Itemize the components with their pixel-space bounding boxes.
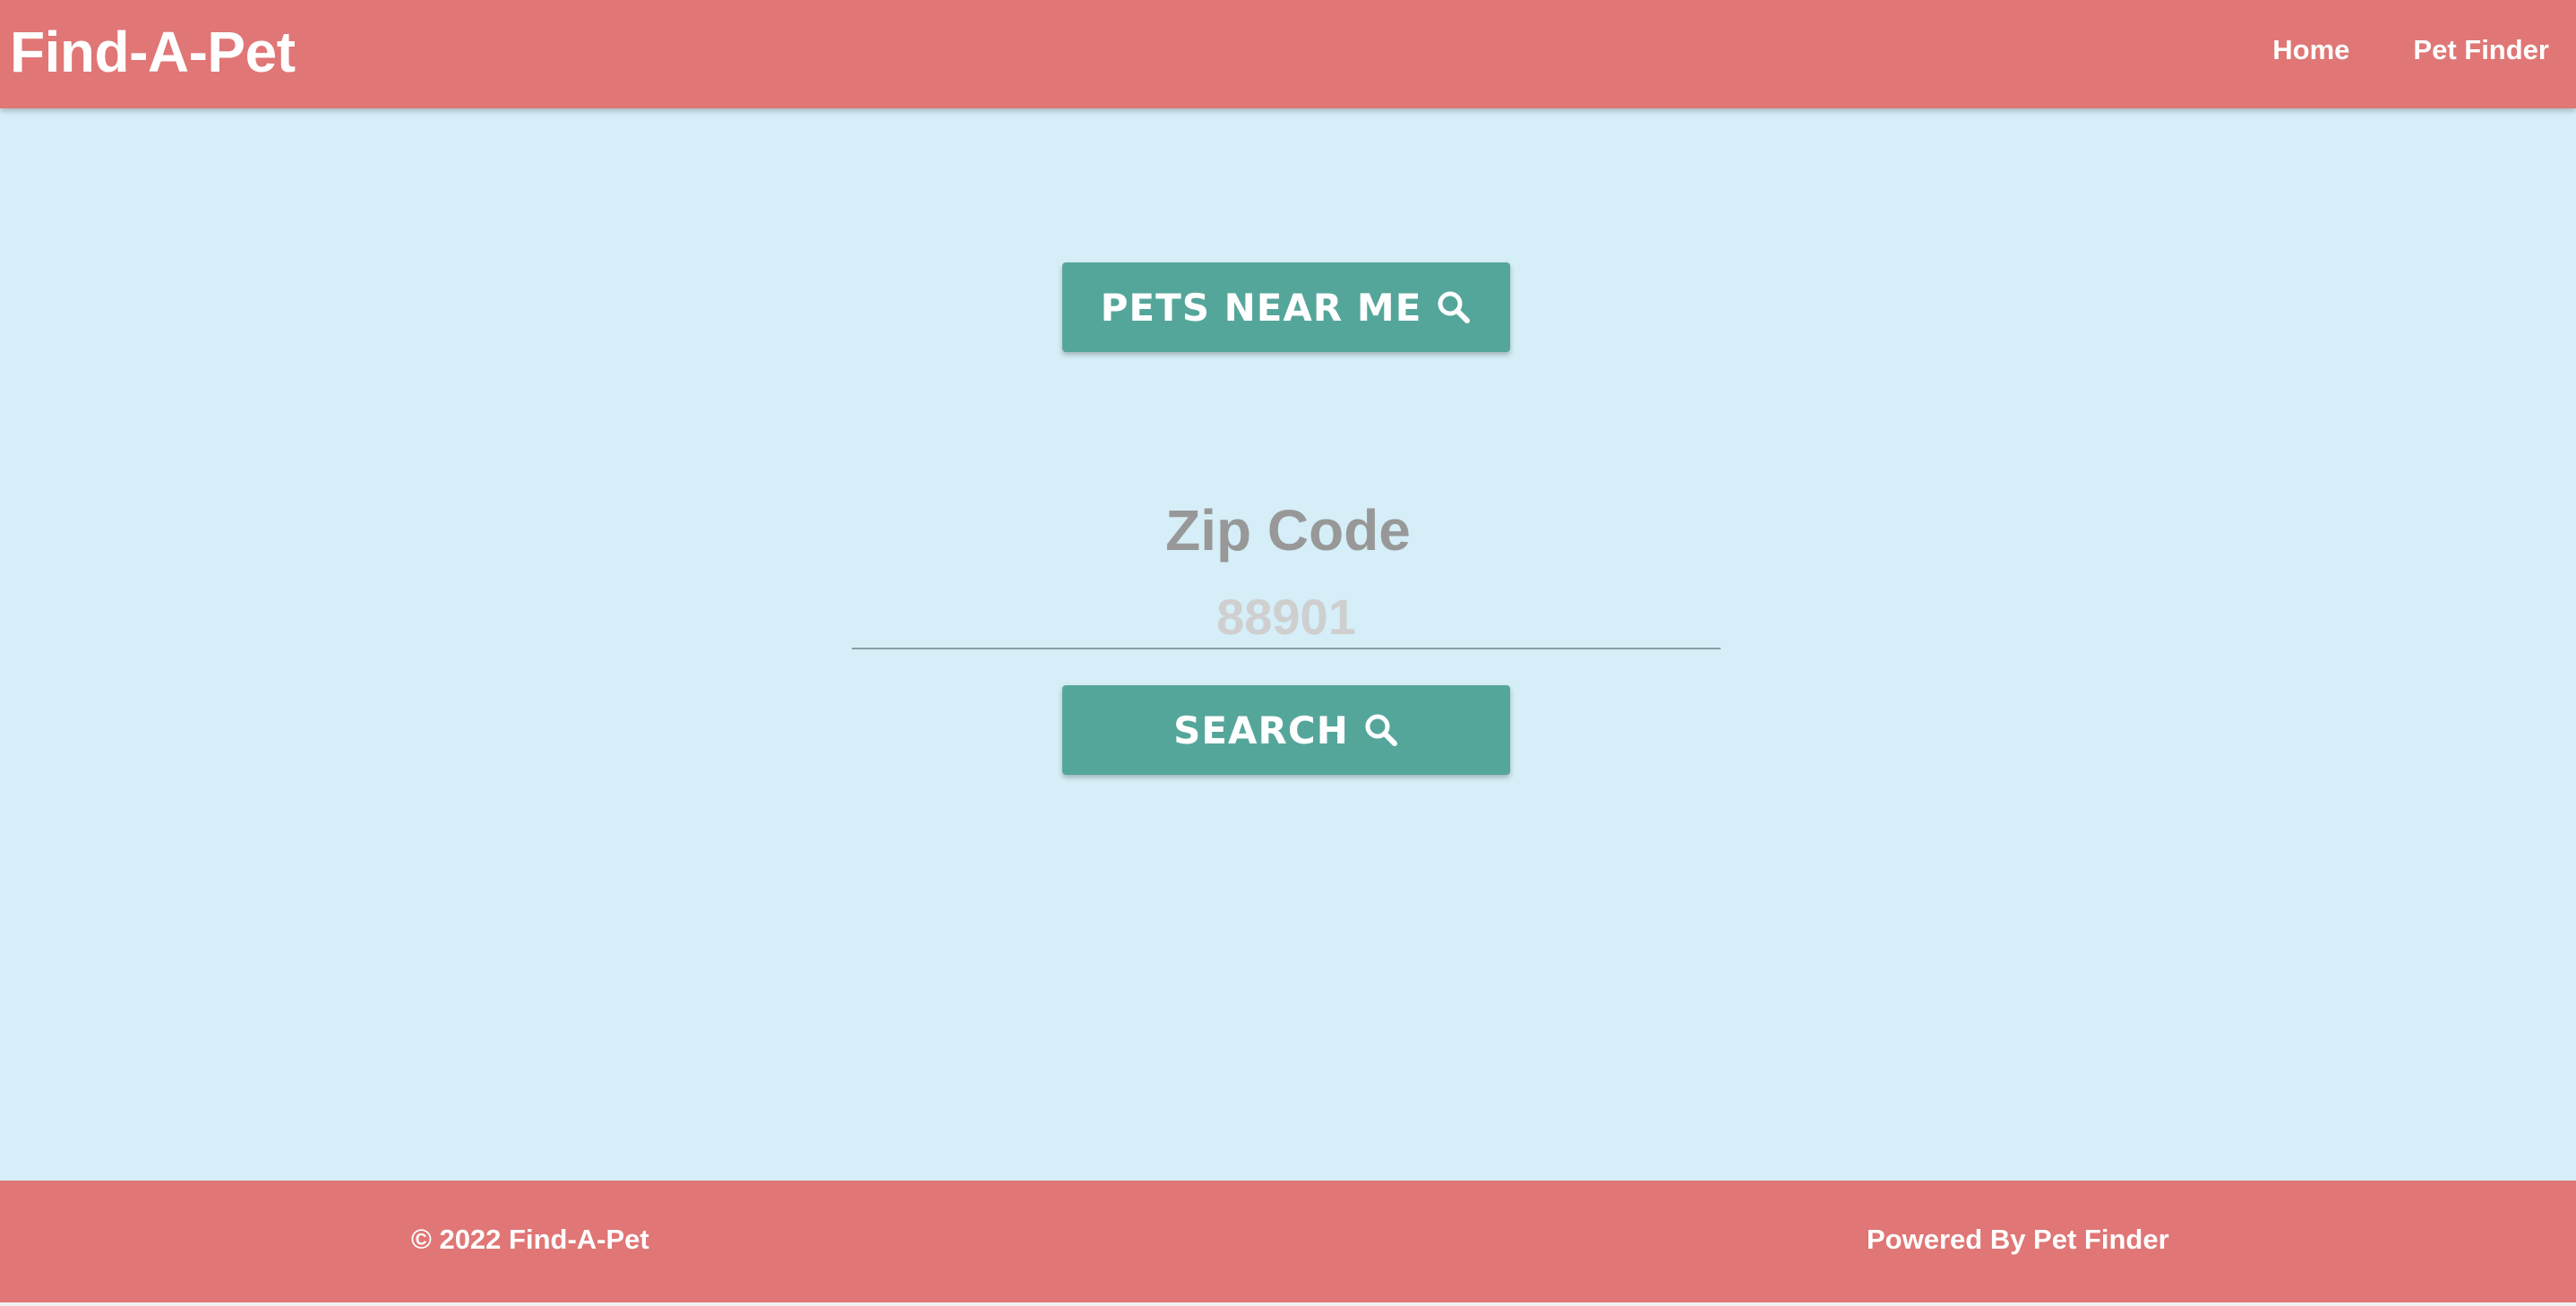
brand-logo-link[interactable]: Find-A-Pet [10, 18, 296, 86]
navbar: Find-A-Pet Home Pet Finder [0, 0, 2576, 108]
footer: © 2022 Find-A-Pet Powered By Pet Finder [0, 1181, 2576, 1302]
nav-links: Home Pet Finder [2272, 30, 2549, 70]
footer-powered-by: Powered By Pet Finder [1867, 1224, 2169, 1255]
search-button-label: SEARCH [1173, 708, 1349, 752]
pets-near-me-button[interactable]: PETS NEAR ME [1062, 262, 1510, 352]
search-icon [1436, 289, 1472, 325]
pets-near-me-label: PETS NEAR ME [1100, 285, 1422, 330]
page-bottom-edge [0, 1302, 2576, 1306]
zip-code-label: Zip Code [1165, 498, 1411, 563]
zip-code-input[interactable] [852, 585, 1721, 649]
main-content: PETS NEAR ME Zip Code SEARCH [0, 108, 2576, 1181]
search-icon [1363, 712, 1399, 748]
footer-copyright: © 2022 Find-A-Pet [411, 1224, 649, 1255]
search-button[interactable]: SEARCH [1062, 685, 1510, 775]
nav-link-pet-finder[interactable]: Pet Finder [2413, 30, 2549, 70]
nav-link-home[interactable]: Home [2272, 30, 2349, 70]
